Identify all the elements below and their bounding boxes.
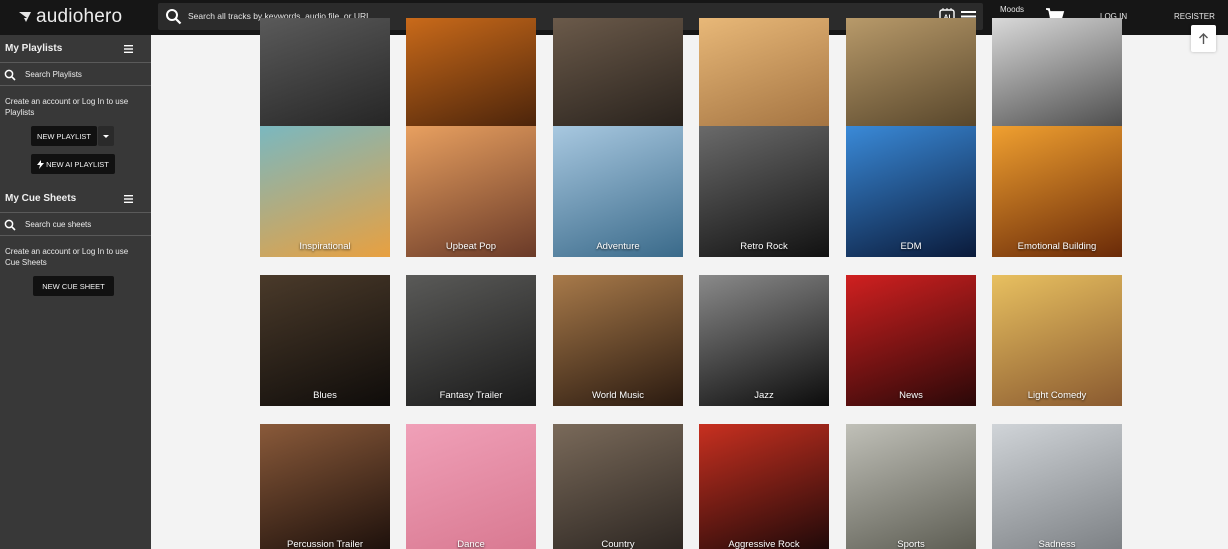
playlists-menu-icon[interactable] — [124, 45, 133, 53]
genre-label: Upbeat Pop — [445, 241, 497, 252]
genre-label: World Music — [591, 390, 645, 401]
genre-tile[interactable]: Retro Rock — [699, 126, 829, 257]
genre-image — [406, 424, 536, 549]
cue-sheets-search[interactable]: Search cue sheets — [0, 212, 151, 236]
genre-tile[interactable]: Blues — [260, 275, 390, 406]
genre-image — [260, 275, 390, 406]
cue-sheets-title: My Cue Sheets — [5, 193, 77, 204]
brand-name: audiohero — [36, 6, 123, 27]
genre-label: Adventure — [596, 241, 640, 252]
arrow-up-icon — [1199, 33, 1208, 44]
genre-label: Light Comedy — [1027, 390, 1087, 401]
genre-image — [992, 126, 1122, 257]
register-link[interactable]: REGISTER — [1174, 12, 1215, 21]
brand-logo[interactable]: audiohero — [18, 6, 122, 28]
genre-image — [260, 424, 390, 549]
genre-tile[interactable]: Fantasy Trailer — [406, 275, 536, 406]
cue-sheets-search-input[interactable]: Search cue sheets — [25, 220, 91, 229]
genre-tile[interactable]: World Music — [553, 275, 683, 406]
genre-tile[interactable]: Jazz — [699, 275, 829, 406]
genre-label: Jazz — [754, 390, 774, 401]
lightning-icon — [37, 159, 45, 169]
genre-tile[interactable]: News — [846, 275, 976, 406]
genre-tile[interactable]: Adventure — [553, 126, 683, 257]
genre-image — [992, 424, 1122, 549]
genre-label: Sports — [897, 539, 925, 549]
genre-tile[interactable]: Percussion Trailer — [260, 424, 390, 549]
genre-label: Inspirational — [299, 241, 351, 252]
genre-label: Aggressive Rock — [728, 539, 800, 549]
new-playlist-dropdown[interactable] — [98, 126, 114, 146]
genre-image — [553, 424, 683, 549]
genre-tile[interactable]: Sports — [846, 424, 976, 549]
genre-image — [406, 275, 536, 406]
playlists-header: My Playlists — [0, 35, 151, 62]
genre-image — [992, 275, 1122, 406]
genre-tile[interactable]: Aggressive Rock — [699, 424, 829, 549]
genre-tile[interactable]: Light Comedy — [992, 275, 1122, 406]
genre-label: Sadness — [1038, 539, 1076, 549]
playlists-search-input[interactable]: Search Playlists — [25, 70, 82, 79]
playlists-note: Create an account or Log In to use Playl… — [5, 97, 129, 117]
playlists-search[interactable]: Search Playlists — [0, 62, 151, 86]
genre-image — [699, 424, 829, 549]
genre-tile[interactable]: Country — [553, 424, 683, 549]
genre-label: Blues — [313, 390, 337, 401]
genre-image — [553, 126, 683, 257]
genre-image — [406, 126, 536, 257]
genre-tile[interactable]: EDM — [846, 126, 976, 257]
new-ai-playlist-button[interactable]: NEW AI PLAYLIST — [31, 154, 115, 174]
cue-sheets-note: Create an account or Log In to use Cue S… — [5, 247, 129, 267]
genre-tile[interactable]: Emotional Building — [992, 126, 1122, 257]
search-icon — [166, 9, 182, 25]
genre-image — [553, 275, 683, 406]
genre-label: Country — [601, 539, 635, 549]
genre-image — [260, 126, 390, 257]
genre-label: Dance — [457, 539, 485, 549]
genre-label: Fantasy Trailer — [439, 390, 503, 401]
genre-tile[interactable]: Upbeat Pop — [406, 126, 536, 257]
genre-label: Percussion Trailer — [286, 539, 364, 549]
scroll-to-top-button[interactable] — [1191, 25, 1216, 52]
genre-tile[interactable]: Dance — [406, 424, 536, 549]
genre-image — [699, 275, 829, 406]
genre-tile[interactable]: Sadness — [992, 424, 1122, 549]
genre-image — [699, 126, 829, 257]
genre-image — [846, 275, 976, 406]
genre-tile[interactable]: Inspirational — [260, 126, 390, 257]
new-ai-playlist-label: NEW AI PLAYLIST — [46, 159, 109, 169]
caret-down-icon — [103, 135, 109, 138]
search-icon — [4, 69, 16, 81]
new-cue-sheet-button[interactable]: NEW CUE SHEET — [33, 276, 114, 296]
cue-sheets-menu-icon[interactable] — [124, 195, 133, 203]
new-playlist-button[interactable]: NEW PLAYLIST — [31, 126, 97, 146]
playlists-title: My Playlists — [5, 43, 63, 54]
sidebar: My Playlists Search Playlists Create an … — [0, 35, 151, 549]
genre-grid: Urban BeatsLifestyleIndie RockHappy / Fe… — [151, 18, 1228, 549]
search-icon — [4, 219, 16, 231]
moods-link[interactable]: Moods — [1000, 5, 1024, 14]
cue-sheets-header: My Cue Sheets — [0, 185, 151, 212]
genre-label: News — [899, 390, 923, 401]
genre-label: Emotional Building — [1017, 241, 1097, 252]
genre-label: EDM — [900, 241, 922, 252]
genre-label: Retro Rock — [740, 241, 788, 252]
genre-image — [846, 424, 976, 549]
logo-mark-icon — [19, 12, 31, 22]
genre-image — [846, 126, 976, 257]
